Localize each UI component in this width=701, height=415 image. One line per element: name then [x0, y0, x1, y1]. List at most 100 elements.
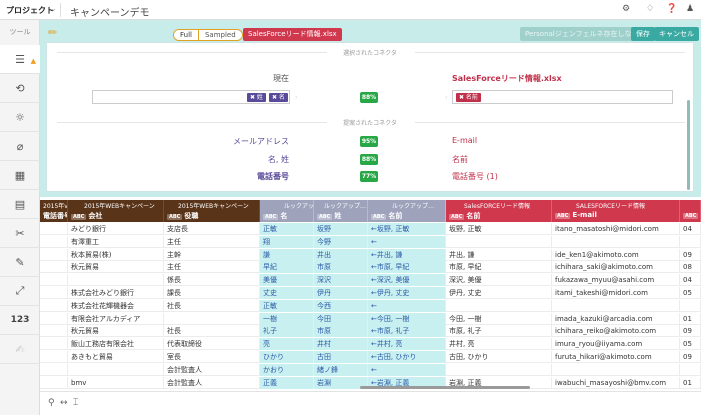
- table-cell[interactable]: [680, 235, 701, 248]
- column-header[interactable]: 2015年WEBキャンペーン ABC 役職: [164, 200, 260, 222]
- table-cell[interactable]: [680, 363, 701, 376]
- table-cell[interactable]: ←: [368, 363, 446, 376]
- table-cell[interactable]: 会計監査人: [164, 363, 260, 376]
- column-header[interactable]: SALESFORCEリード情報 ABC E-mail: [552, 200, 680, 222]
- table-cell[interactable]: bmv: [68, 376, 164, 389]
- table-cell[interactable]: 市原, 早紀: [446, 261, 552, 274]
- table-cell[interactable]: ide_ken1@akimoto.com: [552, 248, 680, 261]
- table-cell[interactable]: かおり: [260, 363, 314, 376]
- table-cell[interactable]: [552, 363, 680, 376]
- help-icon[interactable]: ❓: [666, 4, 677, 14]
- table-cell[interactable]: 緒ノ鋒: [314, 363, 368, 376]
- table-cell[interactable]: 有限会社アルカディア: [68, 312, 164, 325]
- column-header[interactable]: 2015年v 電話番号: [40, 200, 68, 222]
- table-cell[interactable]: 05: [680, 287, 701, 299]
- table-cell[interactable]: 市原: [314, 325, 368, 338]
- table-cell[interactable]: [40, 363, 68, 376]
- tag-full-name[interactable]: ✖ 名前: [456, 93, 481, 102]
- table-cell[interactable]: itano_masatoshi@midori.com: [552, 223, 680, 235]
- table-cell[interactable]: 飯山工務店有限会社: [68, 338, 164, 351]
- table-cell[interactable]: 深沢, 美優: [446, 274, 552, 287]
- expand-tool-button[interactable]: ⤢: [0, 277, 40, 306]
- table-cell[interactable]: ←井出, 謙: [368, 248, 446, 261]
- suggestion-right[interactable]: E-mail: [452, 136, 477, 145]
- table-cell[interactable]: 謙: [260, 248, 314, 261]
- table-cell[interactable]: ←井村, 亮: [368, 338, 446, 351]
- table-cell[interactable]: 株式会社花輝機器会: [68, 299, 164, 312]
- table-cell[interactable]: 伊丹, 丈史: [446, 287, 552, 299]
- suggestion-right[interactable]: 電話番号 (1): [452, 171, 498, 182]
- table-cell[interactable]: ←市原, 早紀: [368, 261, 446, 274]
- table-cell[interactable]: ←伊丹, 丈史: [368, 287, 446, 299]
- table-cell[interactable]: [40, 376, 68, 389]
- tag-last-name[interactable]: ✖ 姓: [247, 93, 266, 102]
- table-cell[interactable]: 今野: [314, 235, 368, 248]
- table-cell[interactable]: [40, 351, 68, 363]
- suggestion-left[interactable]: 名, 姓: [197, 154, 289, 165]
- tag-first-name[interactable]: ✖ 名: [269, 93, 288, 102]
- table-cell[interactable]: 正義: [260, 376, 314, 389]
- suggestion-left[interactable]: 電話番号: [197, 171, 289, 182]
- table-cell[interactable]: 課長: [164, 287, 260, 299]
- file-badge[interactable]: SalesForceリード情報.xlsx: [243, 28, 342, 41]
- sun-tool-button[interactable]: ☼: [0, 103, 40, 132]
- table-cell[interactable]: あきもと貿易: [68, 351, 164, 363]
- table-cell[interactable]: 今西: [314, 299, 368, 312]
- table-cell[interactable]: [40, 261, 68, 274]
- table-cell[interactable]: 井村, 亮: [446, 338, 552, 351]
- table-cell[interactable]: ひかり: [260, 351, 314, 363]
- table-cell[interactable]: [40, 325, 68, 338]
- table-cell[interactable]: [446, 299, 552, 312]
- table-cell[interactable]: 室長: [164, 351, 260, 363]
- calc-tool-button[interactable]: ▤: [0, 190, 40, 219]
- table-cell[interactable]: 主任: [164, 261, 260, 274]
- table-cell[interactable]: ←深沢, 美優: [368, 274, 446, 287]
- mode-sampled[interactable]: Sampled: [199, 30, 242, 40]
- table-cell[interactable]: 01: [680, 376, 701, 389]
- save-button[interactable]: 保存: [631, 27, 655, 41]
- table-cell[interactable]: 今田: [314, 312, 368, 325]
- table-cell[interactable]: 市原: [314, 261, 368, 274]
- table-cell[interactable]: 秋元貿易: [68, 261, 164, 274]
- table-cell[interactable]: [164, 312, 260, 325]
- table-cell[interactable]: 09: [680, 248, 701, 261]
- column-header[interactable]: ルックアップ… ABC 姓: [314, 200, 368, 222]
- project-menu[interactable]: プロジェクト: [6, 5, 54, 16]
- right-column-box[interactable]: ✖ 名前: [452, 90, 673, 104]
- table-cell[interactable]: 08: [680, 261, 701, 274]
- table-cell[interactable]: [40, 274, 68, 287]
- table-cell[interactable]: [40, 287, 68, 299]
- edit-tool-button[interactable]: ✍: [0, 335, 40, 364]
- table-cell[interactable]: 会計監査人: [164, 376, 260, 389]
- table-cell[interactable]: 古田, ひかり: [446, 351, 552, 363]
- search-icon[interactable]: ⚲: [48, 398, 55, 408]
- grid-tool-button[interactable]: ▦: [0, 161, 40, 190]
- column-header[interactable]: SalesFORCEリード情報 ABC 名前: [446, 200, 552, 222]
- table-cell[interactable]: ←坂野, 正敏: [368, 223, 446, 235]
- table-cell[interactable]: 早紀: [260, 261, 314, 274]
- table-cell[interactable]: 井出, 謙: [446, 248, 552, 261]
- table-cell[interactable]: 坂野, 正敏: [446, 223, 552, 235]
- suggestion-left[interactable]: メールアドレス: [197, 136, 289, 147]
- table-cell[interactable]: ←: [368, 235, 446, 248]
- table-cell[interactable]: iwabuchi_masayoshi@bmv.com: [552, 376, 680, 389]
- left-column-box[interactable]: ✖ 姓 ✖ 名: [92, 90, 290, 104]
- column-header[interactable]: ルックアップ… ABC名: [260, 200, 314, 222]
- table-cell[interactable]: [446, 363, 552, 376]
- table-cell[interactable]: [68, 363, 164, 376]
- table-cell[interactable]: みどり銀行: [68, 223, 164, 235]
- table-cell[interactable]: 株式会社みどり銀行: [68, 287, 164, 299]
- number-tool-button[interactable]: 123: [0, 306, 40, 335]
- table-cell[interactable]: 主幹: [164, 248, 260, 261]
- table-cell[interactable]: 美優: [260, 274, 314, 287]
- suggestion-right[interactable]: 名前: [452, 154, 468, 165]
- table-cell[interactable]: 支店長: [164, 223, 260, 235]
- table-cell[interactable]: ←今田, 一樹: [368, 312, 446, 325]
- sample-toggle[interactable]: Full Sampled: [173, 29, 243, 41]
- table-cell[interactable]: 古田: [314, 351, 368, 363]
- table-cell[interactable]: [40, 235, 68, 248]
- table-cell[interactable]: 丈史: [260, 287, 314, 299]
- table-cell[interactable]: ichihara_saki@akimoto.com: [552, 261, 680, 274]
- table-cell[interactable]: fukazawa_myuu@asahi.com: [552, 274, 680, 287]
- table-cell[interactable]: 正敏: [260, 299, 314, 312]
